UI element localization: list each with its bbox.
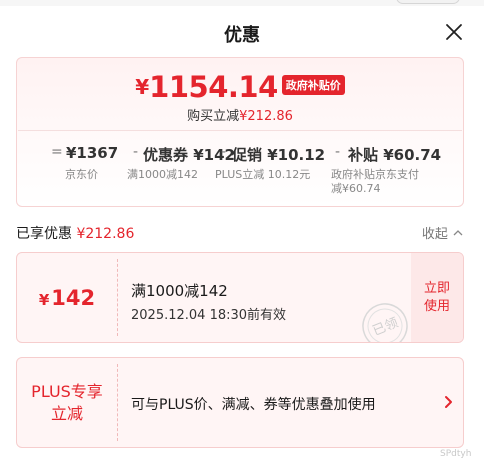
plus-discount-card[interactable]: PLUS专享立减 可与PLUS价、满减、券等优惠叠加使用 <box>16 357 464 448</box>
dashed-separator <box>117 364 118 441</box>
buy-discount-label: 购买立减 <box>187 109 240 124</box>
jd-price-value: ¥1367 <box>66 144 119 162</box>
enjoyed-label: 已享优惠 <box>16 226 72 242</box>
chevron-right-icon[interactable] <box>441 394 455 410</box>
coupon-amount-value: 142 <box>51 285 96 310</box>
promo-label: PLUS立减 10.12元 <box>215 168 311 181</box>
coupon-label: 满1000减142 <box>127 168 198 181</box>
enjoyed-amount: ¥212.86 <box>76 226 135 242</box>
minus-sign: - <box>133 144 139 160</box>
divider <box>18 130 462 131</box>
currency-symbol: ¥ <box>135 75 150 99</box>
plus-label: PLUS专享立减 <box>31 381 103 423</box>
plus-label-box: PLUS专享立减 <box>17 358 117 447</box>
minus-sign: - <box>335 144 341 160</box>
enjoyed-discount: 已享优惠 ¥212.86 <box>16 223 134 243</box>
collapse-button[interactable]: 收起 <box>422 223 464 242</box>
collapse-label: 收起 <box>421 227 448 242</box>
close-icon[interactable] <box>444 22 464 42</box>
dialog-title: 优惠 <box>224 25 260 46</box>
claimed-stamp-icon: 已领 <box>362 303 408 342</box>
buy-discount-line: 购买立减¥212.86 <box>17 105 463 124</box>
coupon-condition: 满1000减142 <box>131 282 228 300</box>
final-price: 1154.14 <box>149 70 278 104</box>
dialog-header: 优惠 <box>0 14 484 52</box>
coupon-amount: ¥142 <box>17 253 117 342</box>
minus-sign: - <box>221 144 227 160</box>
subsidy-label-line2: 减¥60.74 <box>331 182 381 195</box>
use-now-label: 立即使用 <box>423 280 450 314</box>
subsidy-label: 政府补贴京东支付 减¥60.74 <box>331 168 419 196</box>
stamp-text: 已领 <box>371 316 401 340</box>
gov-subsidy-badge: 政府补贴价 <box>281 75 345 95</box>
final-price-row: ¥1154.14 政府补贴价 <box>17 70 463 104</box>
buy-discount-amount: ¥212.86 <box>239 109 293 124</box>
background-window-strip <box>0 0 484 6</box>
price-summary-card: ¥1154.14 政府补贴价 购买立减¥212.86 = ¥1367 - 优惠券 … <box>16 57 464 207</box>
equals-sign: = <box>51 144 63 160</box>
subsidy-label-line1: 政府补贴京东支付 <box>331 168 419 181</box>
watermark: SPdtyh <box>440 449 472 459</box>
promo-value: 促销 ¥10.12 <box>232 146 326 164</box>
subsidy-value: 补贴 ¥60.74 <box>348 146 442 164</box>
chevron-up-icon <box>453 230 463 236</box>
coupon-currency: ¥ <box>38 290 50 309</box>
background-pill <box>396 0 460 4</box>
jd-price-label: 京东价 <box>65 168 98 181</box>
plus-description: 可与PLUS价、满减、券等优惠叠加使用 <box>131 397 376 413</box>
coupon-validity: 2025.12.04 18:30前有效 <box>131 308 287 323</box>
dashed-separator <box>117 259 118 336</box>
coupon-card: ¥142 满1000减142 2025.12.04 18:30前有效 已领 立即… <box>16 252 464 343</box>
use-now-button[interactable]: 立即使用 <box>411 253 463 342</box>
